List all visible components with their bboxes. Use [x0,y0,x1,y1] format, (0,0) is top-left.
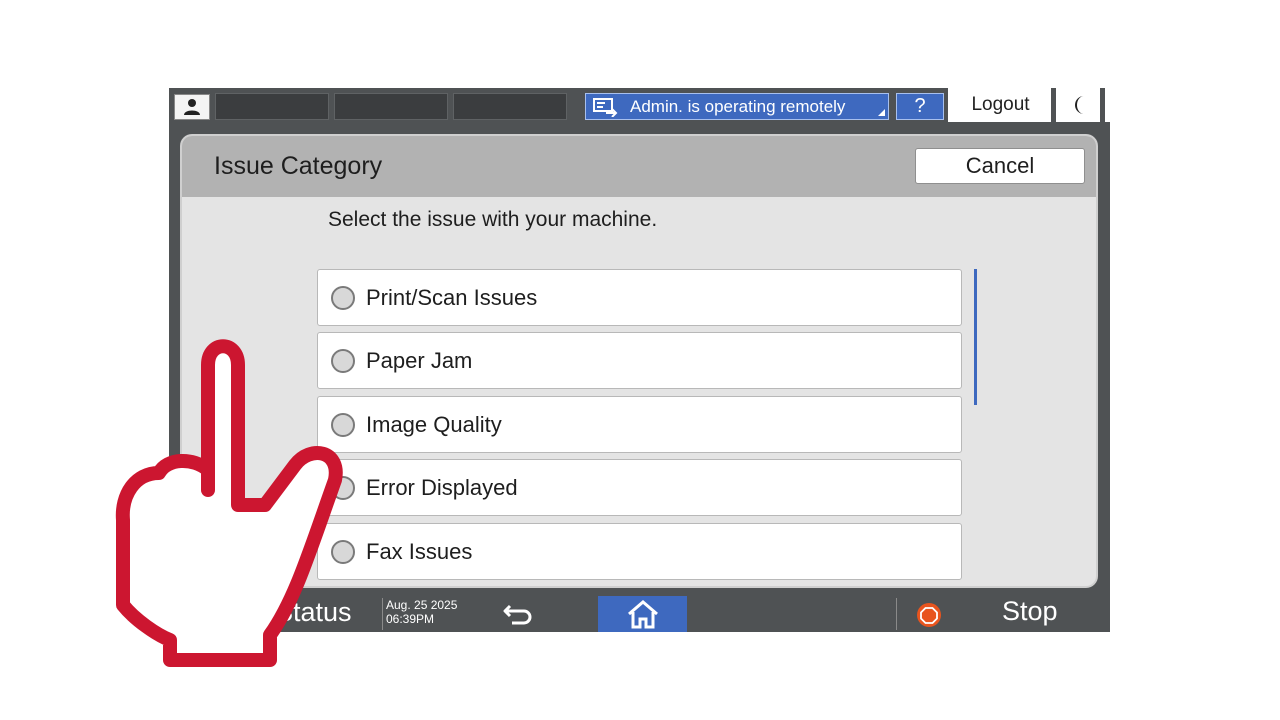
dialog-title: Issue Category [214,152,383,180]
user-icon [184,99,200,115]
shortcut-slot-3[interactable] [453,93,567,120]
option-label: Print/Scan Issues [366,284,538,310]
cancel-button[interactable]: Cancel [915,148,1085,184]
date-text: Aug. 25 2025 [386,598,458,612]
radio-button[interactable] [331,285,355,310]
option-fax-issues[interactable]: Fax Issues [317,523,962,580]
option-print-scan-issues[interactable]: Print/Scan Issues [317,269,962,326]
date-time-display: Aug. 25 2025 06:39PM [382,598,460,630]
shortcut-slot-1[interactable] [215,93,329,120]
home-icon [627,600,658,629]
option-label: Image Quality [366,411,502,437]
option-label: Paper Jam [366,347,473,373]
option-label: Fax Issues [366,538,473,564]
top-bar: Admin. is operating remotely ? Logout [169,88,1110,122]
bottom-bar: Status Aug. 25 2025 06:39PM Stop [169,596,1110,632]
dialog-header: Issue Category Cancel [182,136,1096,197]
help-button[interactable]: ? [896,93,944,120]
stop-button[interactable]: Stop [1002,596,1058,627]
logout-button[interactable]: Logout [950,88,1056,122]
status-button[interactable]: Status [275,597,352,628]
option-paper-jam[interactable]: Paper Jam [317,332,962,389]
moon-icon [1074,96,1084,114]
back-button[interactable] [499,601,539,627]
time-text: 06:39PM [386,612,435,626]
option-image-quality[interactable]: Image Quality [317,396,962,453]
remote-operation-icon [592,97,618,117]
radio-button[interactable] [331,539,355,564]
scrollbar[interactable] [974,269,977,405]
remote-operation-button[interactable]: Admin. is operating remotely [585,93,889,120]
energy-saver-button[interactable] [1059,88,1105,122]
stop-icon[interactable] [916,602,942,628]
radio-button[interactable] [331,412,355,437]
instruction-text: Select the issue with your machine. [328,208,658,231]
home-button[interactable] [598,596,687,632]
issue-category-dialog: Issue Category Cancel Select the issue w… [180,134,1098,588]
option-label: Error Displayed [366,474,518,500]
control-panel: Admin. is operating remotely ? Logout Is… [169,88,1110,632]
radio-button[interactable] [331,475,355,500]
option-error-displayed[interactable]: Error Displayed [317,459,962,516]
bottom-divider [896,598,897,630]
user-button[interactable] [174,94,210,120]
back-arrow-icon [503,604,532,625]
remote-status-text: Admin. is operating remotely [630,96,846,116]
shortcut-slot-2[interactable] [334,93,448,120]
expand-corner-icon [878,109,885,116]
radio-button[interactable] [331,348,355,373]
